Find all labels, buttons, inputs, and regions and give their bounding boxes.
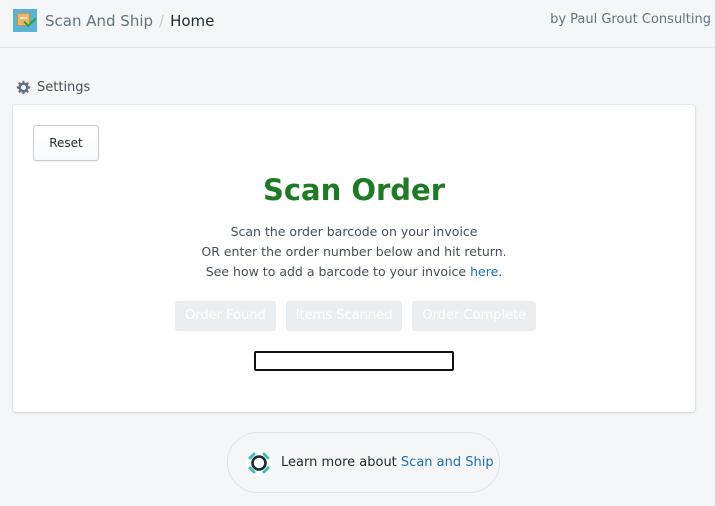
step-items-scanned: Items Scanned xyxy=(285,301,403,331)
lifebuoy-icon xyxy=(246,449,272,476)
reset-button[interactable]: Reset xyxy=(33,125,99,161)
app-logo-icon xyxy=(13,9,37,32)
instruction-line-3-text: See how to add a barcode to your invoice xyxy=(205,264,471,279)
learn-more-prefix: Learn more about xyxy=(281,455,401,470)
learn-more-text: Learn more about Scan and Ship xyxy=(281,455,494,470)
progress-steps: Order Found Items Scanned Order Complete xyxy=(175,301,537,331)
scan-order-card: Reset Scan Order Scan the order barcode … xyxy=(13,105,695,412)
instruction-line-3-suffix: . xyxy=(498,264,503,279)
instructions: Scan the order barcode on your invoice O… xyxy=(13,222,695,282)
scan-and-ship-link[interactable]: Scan and Ship xyxy=(401,455,494,470)
page-title: Scan Order xyxy=(262,173,446,207)
instruction-line-3: See how to add a barcode to your invoice… xyxy=(13,262,695,282)
step-order-found: Order Found xyxy=(175,301,276,331)
breadcrumb: Scan And Ship / Home xyxy=(45,11,214,31)
learn-more-banner: Learn more about Scan and Ship xyxy=(227,432,500,493)
breadcrumb-app-link[interactable]: Scan And Ship xyxy=(45,12,153,30)
top-bar: Scan And Ship / Home by Paul Grout Consult… xyxy=(0,0,715,48)
byline: by Paul Grout Consulting xyxy=(550,12,711,27)
instruction-line-1: Scan the order barcode on your invoice xyxy=(230,224,478,239)
breadcrumb-separator: / xyxy=(159,12,165,30)
step-order-complete: Order Complete xyxy=(412,301,537,331)
instruction-line-2: OR enter the order number below and hit … xyxy=(201,244,507,259)
settings-label: Settings xyxy=(37,80,91,95)
barcode-help-link[interactable]: here xyxy=(470,264,498,279)
order-number-input[interactable] xyxy=(254,351,454,371)
breadcrumb-current-page: Home xyxy=(170,12,215,30)
gear-icon xyxy=(16,80,31,95)
settings-link[interactable]: Settings xyxy=(15,79,90,96)
